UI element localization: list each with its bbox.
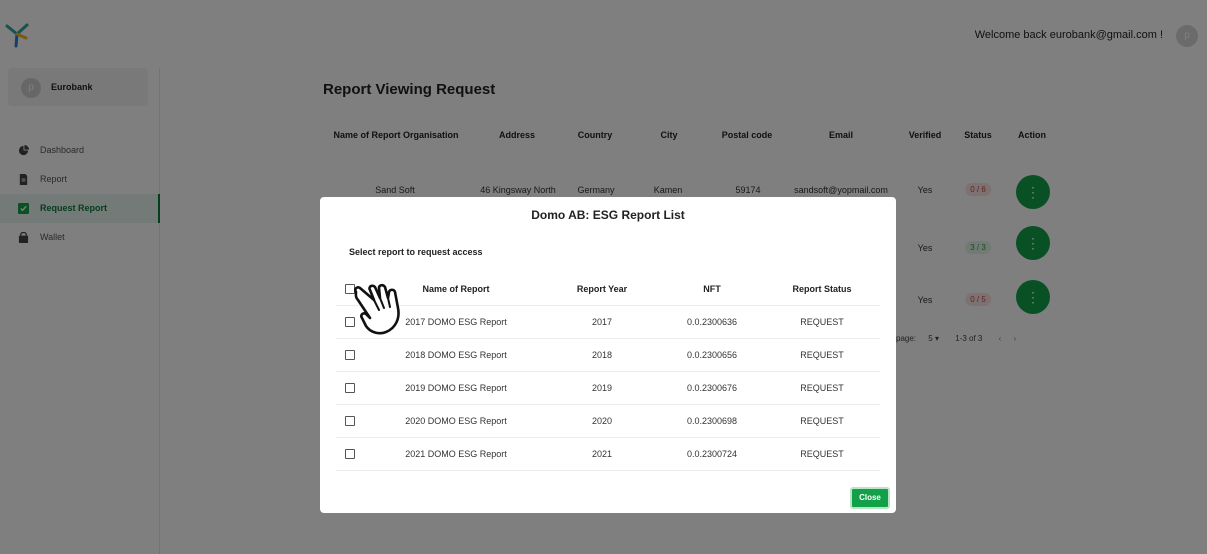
report-status-cell[interactable]: REQUEST (800, 317, 844, 327)
table-row: 2018 DOMO ESG Report 2018 0.0.2300656 RE… (336, 339, 880, 372)
report-name-cell: 2018 DOMO ESG Report (405, 350, 507, 360)
nft-cell: 0.0.2300656 (686, 350, 738, 360)
column-header: Report Status (792, 284, 852, 294)
column-header: NFT (703, 284, 721, 294)
nft-cell: 0.0.2300636 (686, 317, 738, 327)
row-checkbox[interactable] (345, 449, 355, 459)
column-header: Report Year (576, 284, 628, 294)
report-name-cell: 2020 DOMO ESG Report (405, 416, 507, 426)
row-checkbox[interactable] (345, 350, 355, 360)
modal-subtitle: Select report to request access (349, 247, 483, 257)
report-year-cell: 2018 (591, 350, 613, 360)
report-status-cell[interactable]: REQUEST (800, 350, 844, 360)
report-year-cell: 2021 (591, 449, 613, 459)
report-list-modal: Domo AB: ESG Report List Select report t… (320, 197, 896, 513)
report-name-cell: 2017 DOMO ESG Report (405, 317, 507, 327)
report-year-cell: 2019 (591, 383, 613, 393)
hand-pointer-icon (354, 283, 400, 335)
report-year-cell: 2020 (591, 416, 613, 426)
nft-cell: 0.0.2300698 (686, 416, 738, 426)
report-year-cell: 2017 (591, 317, 613, 327)
report-name-cell: 2021 DOMO ESG Report (405, 449, 507, 459)
report-status-cell[interactable]: REQUEST (800, 383, 844, 393)
table-row: 2020 DOMO ESG Report 2020 0.0.2300698 RE… (336, 405, 880, 438)
row-checkbox[interactable] (345, 416, 355, 426)
table-row: 2019 DOMO ESG Report 2019 0.0.2300676 RE… (336, 372, 880, 405)
modal-title: Domo AB: ESG Report List (531, 208, 685, 222)
report-name-cell: 2019 DOMO ESG Report (405, 383, 507, 393)
report-status-cell[interactable]: REQUEST (800, 449, 844, 459)
table-row: 2021 DOMO ESG Report 2021 0.0.2300724 RE… (336, 438, 880, 471)
report-status-cell[interactable]: REQUEST (800, 416, 844, 426)
nft-cell: 0.0.2300676 (686, 383, 738, 393)
column-header: Name of Report (422, 284, 490, 294)
row-checkbox[interactable] (345, 383, 355, 393)
close-button[interactable]: Close (850, 487, 890, 509)
nft-cell: 0.0.2300724 (686, 449, 738, 459)
